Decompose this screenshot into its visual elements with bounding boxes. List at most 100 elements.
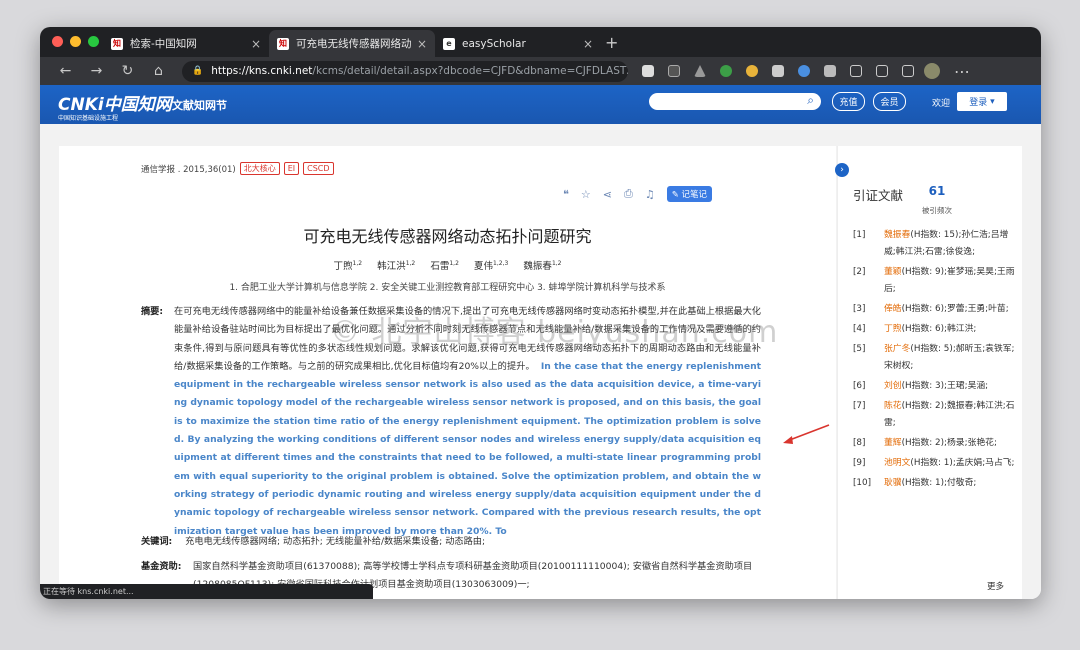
author-link[interactable]: 韩江洪1,2	[377, 260, 415, 272]
citation-author[interactable]: 董辉	[884, 438, 902, 448]
cnki-logo[interactable]: CNKi中国知网 中国知识基础设施工程	[58, 90, 172, 122]
citation-item[interactable]: [7] 陈花(H指数: 2);魏振春;韩江洪;石雷;	[853, 398, 1018, 432]
citation-list: [1] 魏振春(H指数: 15);孙仁浩;吕增威;韩江洪;石雷;徐俊逸; [2] 董颖…	[853, 227, 1018, 495]
affiliations[interactable]: 1. 合肥工业大学计算机与信息学院 2. 安全关键工业测控教育部工程研究中心 3…	[59, 280, 836, 293]
citation-text: 丁煦(H指数: 6);韩江洪;	[884, 321, 1018, 338]
citation-author[interactable]: 丁煦	[884, 324, 902, 334]
forward-icon[interactable]: →	[81, 63, 112, 79]
citation-item[interactable]: [9] 池明文(H指数: 1);孟庆娟;马占飞;	[853, 455, 1018, 472]
reload-icon[interactable]: ↻	[112, 63, 143, 79]
extension-icon[interactable]	[642, 65, 654, 77]
zoom-window-icon[interactable]	[88, 36, 99, 47]
index-badge: 北大核心	[239, 162, 280, 175]
quote-icon[interactable]: ❝	[563, 188, 569, 201]
citation-hindex: (H指数: 1)	[901, 478, 945, 488]
citation-item[interactable]: [8] 董辉(H指数: 2);杨录;张艳花;	[853, 435, 1018, 452]
back-icon[interactable]: ←	[50, 63, 81, 79]
citation-author[interactable]: 张广冬	[884, 344, 910, 354]
welcome-text: 欢迎	[932, 99, 951, 109]
new-tab-button[interactable]: +	[605, 33, 618, 52]
window-controls	[52, 36, 99, 47]
author-link[interactable]: 石雷1,2	[430, 260, 459, 272]
author-name: 魏振春	[523, 261, 552, 272]
extension-icon[interactable]	[746, 65, 758, 77]
citation-author[interactable]: 俸皓	[884, 304, 902, 314]
abstract-english: In the case that the energy replenishmen…	[174, 360, 762, 537]
note-label: 记笔记	[681, 190, 708, 200]
article-panel: 通信学报 . 2015,36(01) 北大核心 EI CSCD ❝ ☆ ⋖ ⎙ …	[59, 146, 836, 599]
more-link[interactable]: 更多	[987, 580, 1004, 592]
citation-item[interactable]: [4] 丁煦(H指数: 6);韩江洪;	[853, 321, 1018, 338]
journal-citation[interactable]: 通信学报 . 2015,36(01)	[141, 163, 236, 175]
extension-icon[interactable]	[720, 65, 732, 77]
citation-author[interactable]: 董颖	[884, 267, 902, 277]
citation-text: 张广冬(H指数: 5);郝昕玉;袁铁军;宋树权;	[884, 341, 1018, 375]
funding-label: 基金资助:	[141, 561, 182, 572]
author-name: 夏伟	[474, 261, 494, 272]
tab-close-icon[interactable]: ×	[583, 37, 593, 51]
citation-item[interactable]: [10] 耿骥(H指数: 1);付敬奇;	[853, 475, 1018, 492]
author-sup: 1,2	[352, 259, 363, 267]
citation-count-label: 被引频次	[922, 206, 952, 215]
favorites-icon[interactable]	[850, 65, 862, 77]
search-input[interactable]: ⌕	[649, 93, 821, 110]
extension-icon[interactable]	[772, 65, 784, 77]
author-name: 石雷	[430, 261, 450, 272]
citation-hindex: (H指数: 15)	[910, 230, 959, 240]
citation-hindex: (H指数: 6)	[901, 304, 945, 314]
search-icon[interactable]: ⌕	[807, 93, 814, 108]
citation-author[interactable]: 刘创	[884, 381, 902, 391]
collections-icon[interactable]	[876, 65, 888, 77]
collapse-sidebar-icon[interactable]: ›	[835, 163, 849, 177]
citation-author[interactable]: 魏振春	[884, 230, 910, 240]
favorite-icon[interactable]: ☆	[581, 188, 591, 201]
recharge-button[interactable]: 充值	[832, 92, 865, 111]
bell-icon[interactable]: ♫	[645, 188, 655, 201]
logo-text: CNKi中国知网	[58, 95, 172, 115]
citation-text: 刘创(H指数: 3);王珺;吴涵;	[884, 378, 1018, 395]
extensions-icon[interactable]	[902, 65, 914, 77]
citation-count: 61 被引频次	[922, 184, 952, 217]
extension-icon[interactable]	[694, 65, 706, 77]
status-bar: 正在等待 kns.cnki.net...	[40, 584, 373, 599]
tab-article[interactable]: 知 可充电无线传感器网络动态拓扑 ×	[269, 30, 435, 57]
profile-avatar[interactable]	[924, 63, 940, 79]
member-button[interactable]: 会员	[873, 92, 906, 111]
citation-hindex: (H指数: 6)	[901, 324, 945, 334]
author-sup: 1,2	[551, 259, 562, 267]
citation-coauthors: ;付敬奇;	[944, 478, 977, 488]
address-bar[interactable]: 🔒 https://kns.cnki.net/kcms/detail/detai…	[182, 60, 628, 82]
author-link[interactable]: 魏振春1,2	[523, 259, 562, 272]
citation-text: 俸皓(H指数: 6);罗蕾;王勇;叶苗;	[884, 301, 1018, 318]
citation-author[interactable]: 陈花	[884, 401, 902, 411]
extensions-area	[642, 65, 914, 77]
more-menu-icon[interactable]: ⋯	[954, 62, 970, 81]
share-icon[interactable]: ⋖	[603, 188, 612, 201]
citation-author[interactable]: 耿骥	[884, 478, 902, 488]
login-button[interactable]: 登录 ▾	[957, 92, 1007, 111]
author-link[interactable]: 丁煦1,2	[334, 259, 363, 272]
tab-close-icon[interactable]: ×	[251, 37, 261, 51]
citation-item[interactable]: [3] 俸皓(H指数: 6);罗蕾;王勇;叶苗;	[853, 301, 1018, 318]
citation-item[interactable]: [2] 董颖(H指数: 9);崔梦瑶;吴昊;王雨后;	[853, 264, 1018, 298]
citation-author[interactable]: 池明文	[884, 458, 910, 468]
tab-easyscholar[interactable]: e easyScholar ×	[435, 30, 601, 57]
home-icon[interactable]: ⌂	[143, 63, 174, 79]
citation-item[interactable]: [6] 刘创(H指数: 3);王珺;吴涵;	[853, 378, 1018, 395]
tab-cnki-search[interactable]: 知 检索-中国知网 ×	[103, 30, 269, 57]
index-badge: CSCD	[303, 162, 334, 175]
print-icon[interactable]: ⎙	[624, 187, 633, 201]
extension-icon[interactable]	[668, 65, 680, 77]
citation-item[interactable]: [1] 魏振春(H指数: 15);孙仁浩;吕增威;韩江洪;石雷;徐俊逸;	[853, 227, 1018, 261]
keywords-list[interactable]: 充电电无线传感器网络; 动态拓扑; 无线能量补给/数据采集设备; 动态路由;	[185, 536, 485, 547]
extension-icon[interactable]	[824, 65, 836, 77]
close-window-icon[interactable]	[52, 36, 63, 47]
take-note-button[interactable]: ✎ 记笔记	[666, 186, 713, 202]
minimize-window-icon[interactable]	[70, 36, 81, 47]
citation-hindex: (H指数: 2)	[901, 401, 945, 411]
author-link[interactable]: 夏伟1,2,3	[474, 260, 508, 272]
citation-item[interactable]: [5] 张广冬(H指数: 5);郝昕玉;袁铁军;宋树权;	[853, 341, 1018, 375]
extension-icon[interactable]	[798, 65, 810, 77]
journal-info: 通信学报 . 2015,36(01) 北大核心 EI CSCD	[141, 162, 334, 175]
tab-close-icon[interactable]: ×	[417, 37, 427, 51]
